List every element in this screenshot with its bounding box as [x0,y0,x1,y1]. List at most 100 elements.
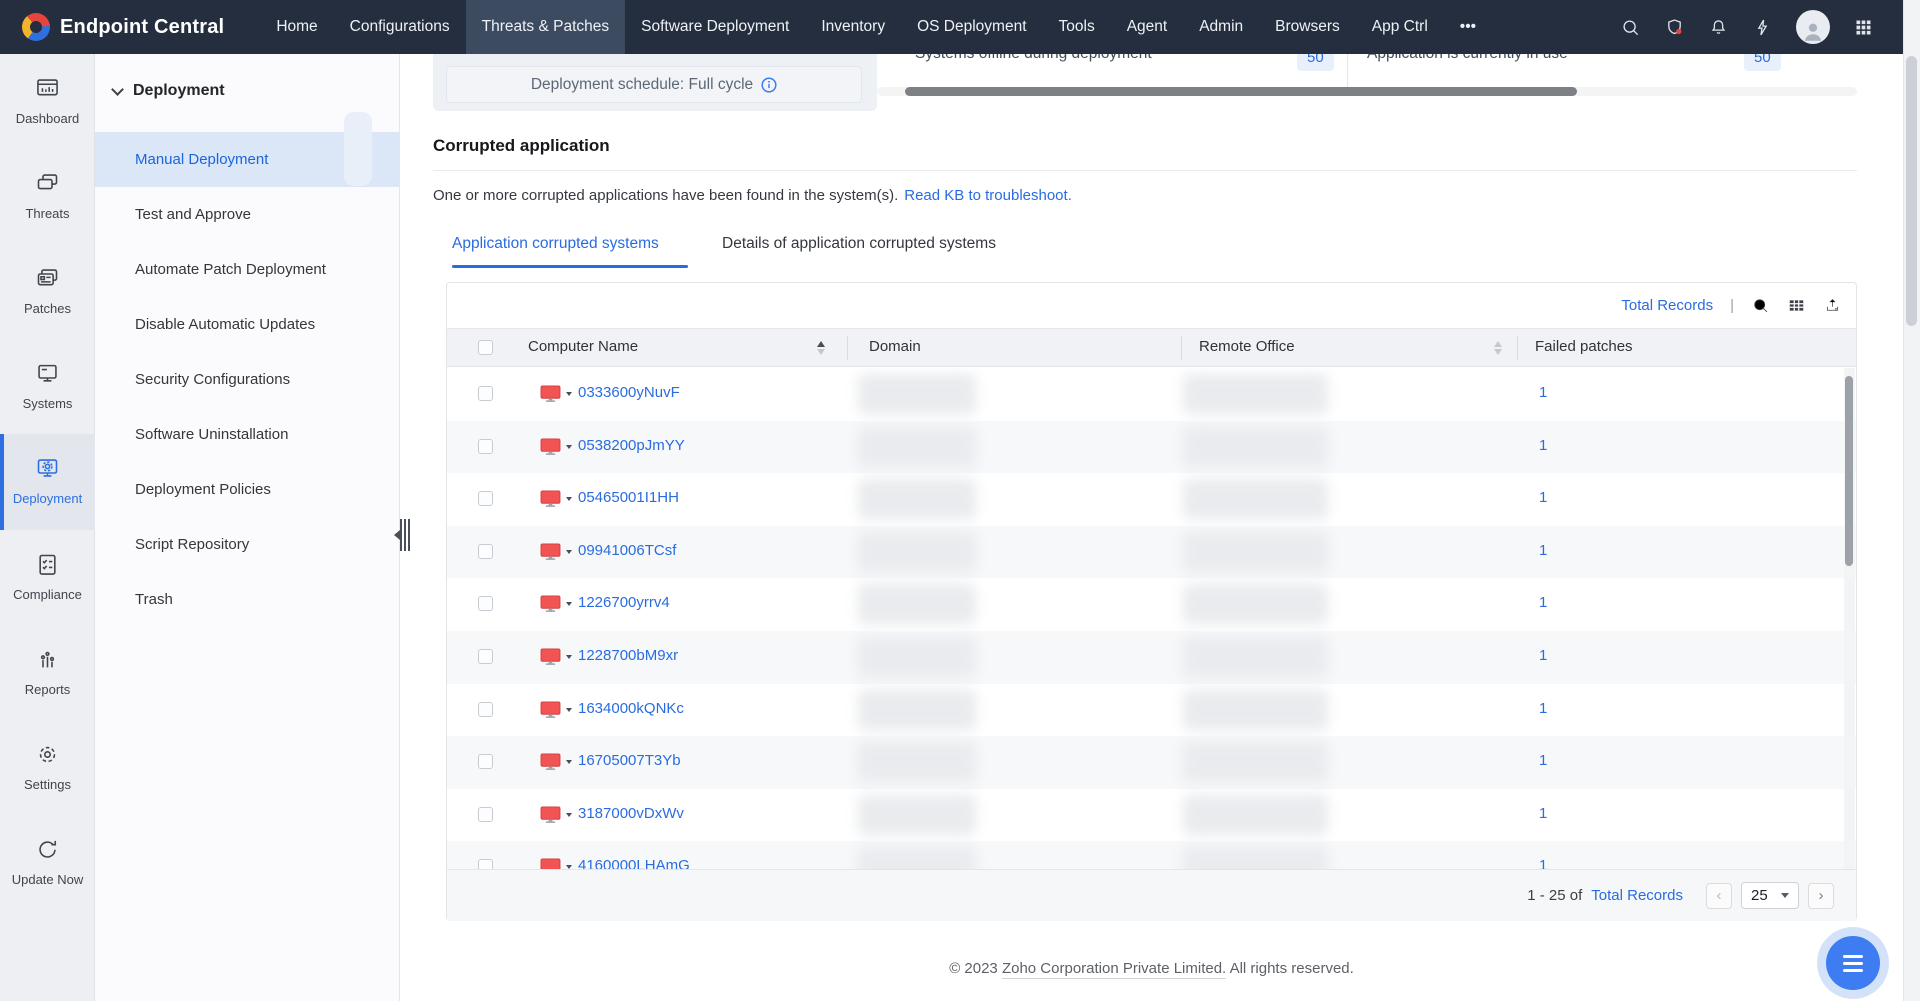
table-search-icon[interactable] [1751,296,1770,315]
row-checkbox[interactable] [478,439,493,454]
nav-item[interactable]: Agent [1111,0,1184,54]
failed-patches-link[interactable]: 1 [1539,647,1547,664]
total-records-link[interactable]: Total Records [1621,297,1713,314]
row-checkbox[interactable] [478,859,493,869]
sidebar-item[interactable]: Deployment [0,434,95,530]
search-icon[interactable] [1620,17,1641,38]
stat-value-offline[interactable]: 50 [1297,54,1334,71]
nav-item[interactable]: Browsers [1259,0,1356,54]
row-checkbox[interactable] [478,807,493,822]
nav-item[interactable]: Threats & Patches [466,0,626,54]
failed-patches-link[interactable]: 1 [1539,857,1547,869]
tab-details-application-corrupted-systems[interactable]: Details of application corrupted systems [722,235,996,253]
computer-name-link[interactable]: 1634000kQNKc [578,700,684,717]
row-checkbox[interactable] [478,386,493,401]
nav-item[interactable]: Tools [1043,0,1111,54]
footer-company-link[interactable]: Zoho Corporation Private Limited. [1002,960,1226,979]
computer-actions-caret-icon[interactable] [566,445,572,449]
computer-name-link[interactable]: 0538200pJmYY [578,437,685,454]
menu-item[interactable]: Software Uninstallation [95,407,399,462]
row-checkbox[interactable] [478,544,493,559]
brand[interactable]: Endpoint Central [22,13,224,41]
menu-item[interactable]: Automate Patch Deployment [95,242,399,297]
sidebar-item[interactable]: Update Now [0,815,95,910]
failed-patches-link[interactable]: 1 [1539,752,1547,769]
menu-item[interactable]: Test and Approve [95,187,399,242]
computer-actions-caret-icon[interactable] [566,760,572,764]
apps-grid-icon[interactable] [1853,17,1874,38]
prev-page-button[interactable]: ‹ [1706,883,1732,909]
page-size-select[interactable]: 25 [1741,882,1799,909]
flash-icon[interactable] [1752,17,1773,38]
row-checkbox[interactable] [478,754,493,769]
row-checkbox[interactable] [478,491,493,506]
column-view-icon[interactable] [1787,296,1806,315]
menu-scrollbar-thumb[interactable] [344,112,372,186]
nav-item[interactable]: OS Deployment [901,0,1042,54]
sidebar-item[interactable]: Systems [0,339,95,434]
tab-application-corrupted-systems[interactable]: Application corrupted systems [452,235,659,253]
export-icon[interactable] [1823,296,1842,315]
menu-item[interactable]: Security Configurations [95,352,399,407]
computer-actions-caret-icon[interactable] [566,497,572,501]
computer-actions-caret-icon[interactable] [566,550,572,554]
nav-item[interactable]: Software Deployment [625,0,805,54]
computer-name-link[interactable]: 3187000vDxWv [578,805,684,822]
sidebar-item[interactable]: Dashboard [0,54,95,149]
computer-actions-caret-icon[interactable] [566,708,572,712]
user-avatar[interactable] [1796,10,1830,44]
nav-item[interactable]: Configurations [334,0,466,54]
menu-item[interactable]: Deployment Policies [95,462,399,517]
computer-actions-caret-icon[interactable] [566,813,572,817]
computer-name-link[interactable]: 1228700bM9xr [578,647,678,664]
nav-item[interactable]: Inventory [805,0,901,54]
menu-item[interactable]: Script Repository [95,517,399,572]
computer-name-link[interactable]: 0333600yNuvF [578,384,680,401]
sort-computer-name[interactable] [817,341,825,355]
stat-value-in-use[interactable]: 50 [1744,54,1781,71]
computer-name-link[interactable]: 1226700yrrv4 [578,594,670,611]
nav-item[interactable]: App Ctrl [1356,0,1444,54]
nav-item[interactable]: Home [260,0,333,54]
menu-header[interactable]: Deployment [113,82,225,100]
info-icon[interactable] [761,77,777,93]
column-failed-patches[interactable]: Failed patches [1535,338,1633,355]
computer-name-link[interactable]: 09941006TCsf [578,542,676,559]
failed-patches-link[interactable]: 1 [1539,542,1547,559]
horizontal-scrollbar-thumb[interactable] [905,87,1577,96]
column-remote-office[interactable]: Remote Office [1199,338,1295,355]
column-domain[interactable]: Domain [869,338,921,355]
sidebar-item[interactable]: Patches [0,244,95,339]
sort-remote-office[interactable] [1494,341,1502,355]
sidebar-item[interactable]: Settings [0,720,95,815]
pagination-total-records-link[interactable]: Total Records [1591,887,1683,904]
notification-bell-icon[interactable] [1708,17,1729,38]
select-all-checkbox[interactable] [478,340,493,355]
menu-item[interactable]: Disable Automatic Updates [95,297,399,352]
panel-collapse-handle[interactable] [393,516,411,554]
computer-actions-caret-icon[interactable] [566,602,572,606]
sidebar-item[interactable]: Compliance [0,530,95,625]
column-computer-name[interactable]: Computer Name [528,338,638,355]
failed-patches-link[interactable]: 1 [1539,489,1547,506]
sidebar-item[interactable]: Threats [0,149,95,244]
security-shield-icon[interactable] [1664,17,1685,38]
page-scrollbar-thumb[interactable] [1906,56,1917,326]
sidebar-item[interactable]: Reports [0,625,95,720]
computer-name-link[interactable]: 4160000LHAmG [578,857,690,869]
failed-patches-link[interactable]: 1 [1539,700,1547,717]
table-scrollbar-thumb[interactable] [1845,376,1853,566]
failed-patches-link[interactable]: 1 [1539,594,1547,611]
row-checkbox[interactable] [478,596,493,611]
computer-actions-caret-icon[interactable] [566,392,572,396]
nav-item[interactable]: Admin [1183,0,1259,54]
failed-patches-link[interactable]: 1 [1539,384,1547,401]
kb-link[interactable]: Read KB to troubleshoot. [904,187,1072,204]
floating-menu-button[interactable] [1826,936,1880,990]
next-page-button[interactable]: › [1808,883,1834,909]
menu-item[interactable]: Trash [95,572,399,627]
failed-patches-link[interactable]: 1 [1539,437,1547,454]
computer-name-link[interactable]: 16705007T3Yb [578,752,681,769]
nav-item[interactable]: ••• [1444,0,1492,54]
failed-patches-link[interactable]: 1 [1539,805,1547,822]
